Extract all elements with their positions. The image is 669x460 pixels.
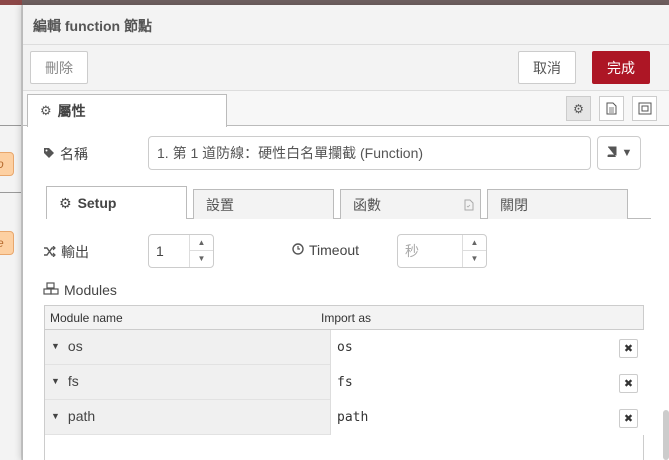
tray-tab-row: ⚙ 屬性 ⚙ [23,91,669,127]
spin-down-icon[interactable]: ▼ [190,251,213,267]
close-icon[interactable]: ✖ [619,409,638,428]
workspace-node[interactable]: o [0,152,14,176]
tray-scrollbar[interactable] [663,410,669,460]
gear-icon: ⚙ [40,103,52,118]
name-input-value: 1. 第 1 道防線：硬性白名單攔截 (Function) [157,145,424,161]
module-name-header: Module name [50,311,123,325]
module-name-cell[interactable]: ▼ fs [51,373,79,389]
outputs-spinner[interactable]: 1 ▲ ▼ [148,234,214,268]
gear-icon: ⚙ [573,101,584,116]
book-icon [606,146,618,160]
workspace-node[interactable]: e [0,231,14,255]
workspace-node-label: e [0,236,4,250]
tab-setup[interactable]: ⚙ Setup [46,186,187,219]
flow-workspace[interactable]: o e [0,5,22,460]
modules-label-text: Modules [64,282,117,298]
module-name-cell[interactable]: ▼ os [51,338,83,354]
outputs-label: 輸出 [43,242,89,262]
caret-down-icon[interactable]: ▼ [51,341,60,351]
function-subtabs: ⚙ Setup 設置 函數 關閉 [46,186,651,219]
timeout-label: Timeout [292,242,359,258]
timeout-placeholder: 秒 [405,243,419,259]
import-as-value: fs [337,375,353,390]
tab-on-stop[interactable]: 關閉 [487,189,628,219]
module-name-value: fs [67,373,79,389]
outputs-spin-buttons[interactable]: ▲ ▼ [189,235,213,267]
timeout-spin-buttons[interactable]: ▲ ▼ [462,235,486,267]
modules-label: Modules [43,282,117,298]
caret-down-icon[interactable]: ▼ [51,411,60,421]
close-icon[interactable]: ✖ [619,339,638,358]
tab-on-message[interactable]: 函數 [340,189,481,219]
import-as-value: os [337,340,353,355]
done-button[interactable]: 完成 [592,51,650,84]
delete-button[interactable]: 刪除 [30,51,88,84]
modules-table: Module name Import as ▼ os os ✖ ▼ fs fs ✖ ▼ p… [44,305,644,460]
module-name-cell[interactable]: ▼ path [51,408,95,424]
code-file-icon [464,198,474,214]
flow-wire [0,192,21,193]
table-row[interactable]: ▼ path path ✖ [45,400,644,435]
caret-down-icon[interactable]: ▼ [51,376,60,386]
import-as-input[interactable]: fs ✖ [330,365,644,400]
tab-on-stop-label: 關閉 [500,196,528,213]
tab-properties-label: 屬性 [57,103,86,119]
workspace-node-label: o [0,157,4,171]
icon-picker-button[interactable]: ▼ [597,136,641,170]
document-icon [606,102,617,115]
table-row[interactable]: ▼ fs fs ✖ [45,365,644,400]
spin-up-icon[interactable]: ▲ [463,235,486,251]
tray-header: 編輯 function 節點 [23,5,669,45]
spin-up-icon[interactable]: ▲ [190,235,213,251]
description-tab-button[interactable] [599,96,624,121]
outputs-value: 1 [156,243,164,259]
close-icon[interactable]: ✖ [619,374,638,393]
import-as-input[interactable]: path ✖ [330,400,644,435]
appearance-tab-button[interactable] [632,96,657,121]
module-name-value: os [67,338,83,354]
settings-tab-button[interactable]: ⚙ [566,96,591,121]
tag-icon [43,147,55,162]
tab-setup-label: Setup [77,195,117,211]
import-as-input[interactable]: os ✖ [330,330,644,365]
caret-down-icon: ▼ [621,147,633,159]
tab-on-message-label: 函數 [353,196,381,213]
node-edit-form: 名稱 1. 第 1 道防線：硬性白名單攔截 (Function) ▼ ⚙ Set… [23,126,669,460]
module-name-value: path [67,408,96,424]
edit-tray: 編輯 function 節點 刪除 取消 完成 ⚙ 屬性 ⚙ 名稱 1. 第 1… [22,5,669,460]
tray-toolbar: 刪除 取消 完成 [23,45,669,91]
tab-on-start[interactable]: 設置 [193,189,334,219]
tab-properties[interactable]: ⚙ 屬性 [27,94,227,127]
timeout-label-text: Timeout [309,242,360,258]
timeout-spinner[interactable]: 秒 ▲ ▼ [397,234,487,268]
import-as-header: Import as [321,311,372,325]
modules-table-header: Module name Import as [45,306,643,330]
name-label-text: 名稱 [60,146,88,162]
shuffle-icon [43,245,56,260]
clock-icon [292,242,304,258]
name-label: 名稱 [43,144,88,164]
cancel-button[interactable]: 取消 [518,51,576,84]
spin-down-icon[interactable]: ▼ [463,251,486,267]
flow-wire [0,125,21,126]
table-row[interactable]: ▼ os os ✖ [45,330,644,365]
tab-on-start-label: 設置 [206,196,234,213]
import-as-value: path [337,410,369,425]
outputs-label-text: 輸出 [61,244,89,260]
name-input[interactable]: 1. 第 1 道防線：硬性白名單攔截 (Function) [148,136,591,170]
cubes-icon [43,282,59,298]
gear-icon: ⚙ [59,194,72,211]
tray-title: 編輯 function 節點 [33,18,152,34]
expand-icon [638,102,651,115]
